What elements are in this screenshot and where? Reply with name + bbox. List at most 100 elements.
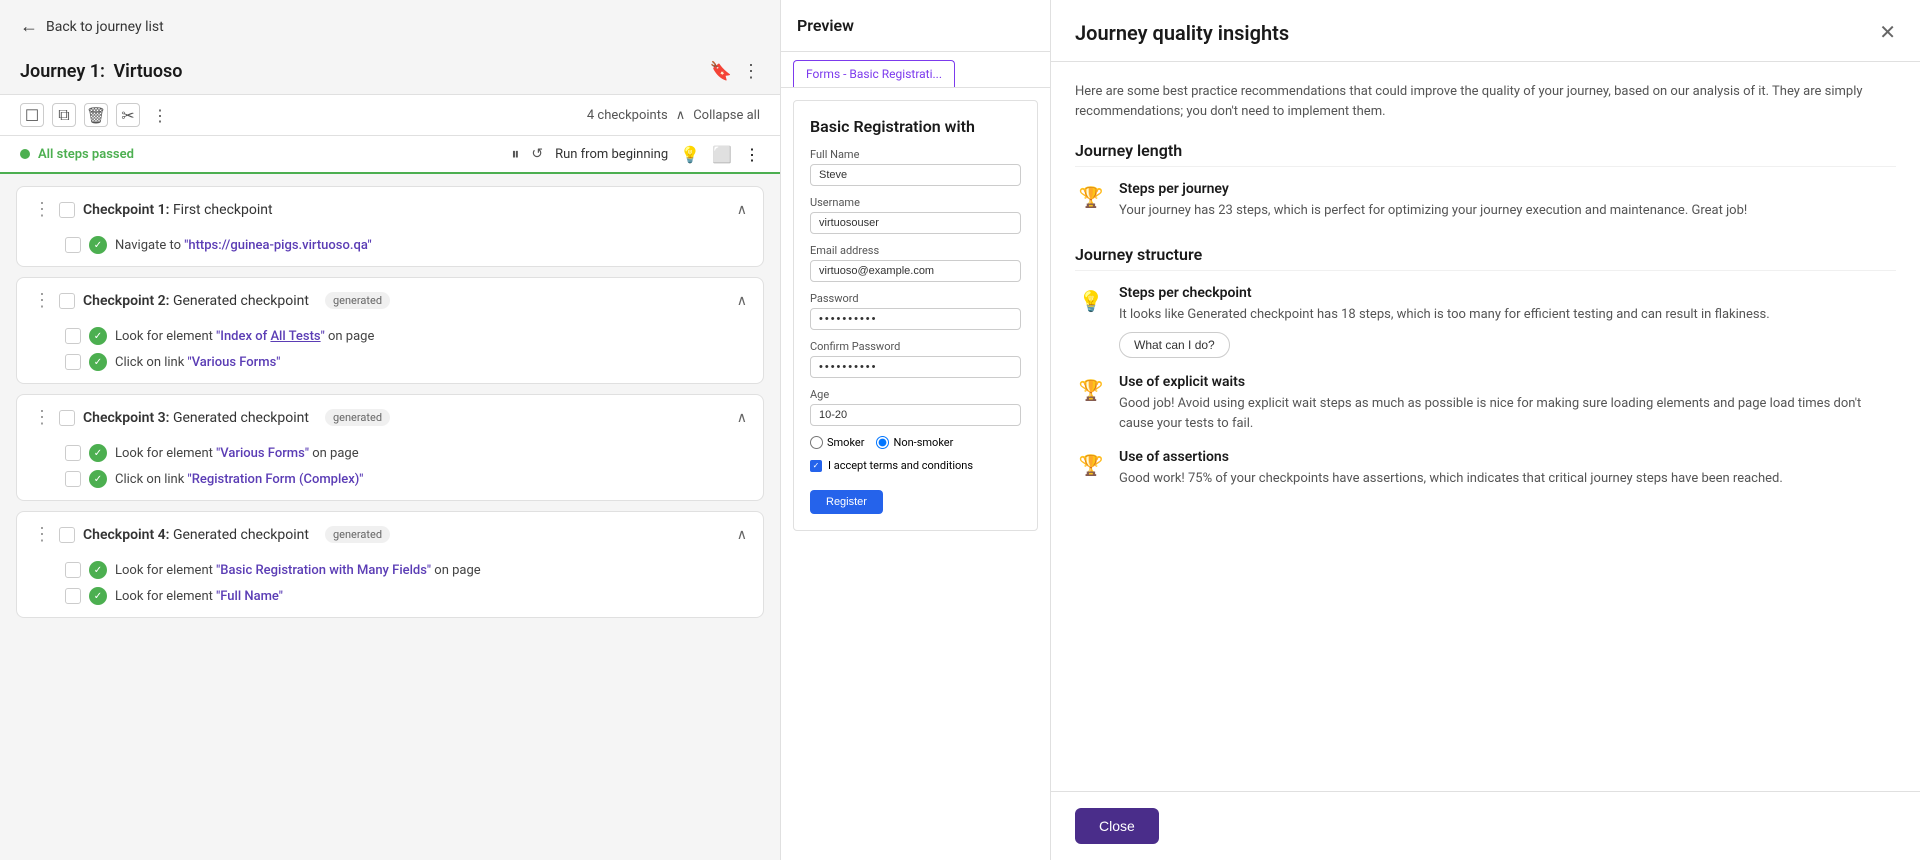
journey-header-actions: 🔖 ⋮ — [710, 61, 760, 82]
toolbar-right: 4 checkpoints ∧ Collapse all — [587, 108, 760, 123]
checkpoint-title-4: Checkpoint 4: Generated checkpoint — [83, 527, 309, 543]
step-text: Click on link "Registration Form (Comple… — [115, 472, 363, 487]
delete-icon[interactable]: 🗑 — [84, 103, 108, 127]
insight-content-steps-per-checkpoint: Steps per checkpoint It looks like Gener… — [1119, 285, 1896, 359]
form-input-confirm-password[interactable] — [810, 356, 1021, 378]
form-group-smoker: Smoker Non-smoker — [810, 436, 1021, 449]
step-success-icon — [89, 587, 107, 605]
checkpoints-area: ⋮ Checkpoint 1: First checkpoint ∧ Navig… — [0, 174, 780, 860]
checkpoint-checkbox-2[interactable] — [59, 293, 75, 309]
trophy-icon-2: 🏆 — [1075, 374, 1107, 406]
lightbulb-icon[interactable]: 💡 — [680, 145, 700, 164]
step-checkbox[interactable] — [65, 354, 81, 370]
checkpoint-steps-3: Look for element "Various Forms" on page… — [17, 440, 763, 500]
run-from-beginning-label[interactable]: Run from beginning — [555, 147, 668, 162]
bookmark-icon[interactable]: 🔖 — [710, 61, 732, 82]
preview-title: Preview — [781, 0, 1050, 52]
checkpoint-checkbox-1[interactable] — [59, 202, 75, 218]
status-text: All steps passed — [38, 147, 134, 162]
step-checkbox[interactable] — [65, 562, 81, 578]
step-row: Look for element "Various Forms" on page — [65, 444, 747, 462]
select-all-checkbox[interactable]: ☐ — [20, 103, 44, 127]
status-more-icon[interactable]: ⋮ — [744, 145, 760, 164]
status-right: ⏸ ↺ Run from beginning 💡 ⬜ ⋮ — [511, 144, 760, 164]
section-title-journey-structure: Journey structure — [1075, 245, 1896, 271]
insight-desc-explicit-waits: Good job! Avoid using explicit wait step… — [1119, 394, 1896, 433]
preview-content: Basic Registration with Full Name Userna… — [781, 88, 1050, 860]
checkpoint-dots-4[interactable]: ⋮ — [33, 524, 51, 545]
trophy-icon: 🏆 — [1075, 181, 1107, 213]
close-main-button[interactable]: Close — [1075, 808, 1159, 844]
insights-body: Here are some best practice recommendati… — [1051, 62, 1920, 791]
form-input-username[interactable] — [810, 212, 1021, 234]
trophy-icon-3: 🏆 — [1075, 449, 1107, 481]
checkpoint-card-3: ⋮ Checkpoint 3: Generated checkpoint gen… — [16, 394, 764, 501]
terms-checkbox[interactable] — [810, 460, 822, 472]
checkpoint-title-1: Checkpoint 1: First checkpoint — [83, 202, 273, 218]
checkpoint-header-1[interactable]: ⋮ Checkpoint 1: First checkpoint ∧ — [17, 187, 763, 232]
insight-section-journey-structure: Journey structure 💡 Steps per checkpoint… — [1075, 245, 1896, 489]
form-group-fullname: Full Name — [810, 148, 1021, 186]
form-group-email: Email address — [810, 244, 1021, 282]
step-success-icon — [89, 327, 107, 345]
form-input-fullname[interactable] — [810, 164, 1021, 186]
checkpoint-header-3[interactable]: ⋮ Checkpoint 3: Generated checkpoint gen… — [17, 395, 763, 440]
radio-input-smoker[interactable] — [810, 436, 823, 449]
more-options-icon[interactable]: ⋮ — [742, 61, 760, 82]
back-nav[interactable]: ← Back to journey list — [0, 0, 780, 53]
collapse-all-label[interactable]: Collapse all — [693, 108, 760, 123]
journey-header: Journey 1: Virtuoso 🔖 ⋮ — [0, 53, 780, 94]
insight-item-explicit-waits: 🏆 Use of explicit waits Good job! Avoid … — [1075, 374, 1896, 433]
chevron-up-2[interactable]: ∧ — [737, 293, 747, 309]
form-label-fullname: Full Name — [810, 148, 1021, 161]
form-input-password[interactable] — [810, 308, 1021, 330]
form-group-password: Password — [810, 292, 1021, 330]
step-text: Look for element "Various Forms" on page — [115, 446, 359, 461]
step-checkbox[interactable] — [65, 445, 81, 461]
form-label-password: Password — [810, 292, 1021, 305]
register-button[interactable]: Register — [810, 490, 883, 514]
chevron-up-1[interactable]: ∧ — [737, 202, 747, 218]
preview-tab[interactable]: Forms - Basic Registrati... — [793, 60, 955, 87]
step-checkbox[interactable] — [65, 328, 81, 344]
form-group-terms: I accept terms and conditions — [810, 459, 1021, 472]
layout-icon[interactable]: ⬜ — [712, 145, 732, 164]
insight-content-explicit-waits: Use of explicit waits Good job! Avoid us… — [1119, 374, 1896, 433]
cut-icon[interactable]: ✂ — [116, 103, 140, 127]
checkpoint-header-4[interactable]: ⋮ Checkpoint 4: Generated checkpoint gen… — [17, 512, 763, 557]
chevron-up-4[interactable]: ∧ — [737, 527, 747, 543]
step-checkbox[interactable] — [65, 471, 81, 487]
toolbar-left: ☐ ⧉ 🗑 ✂ ⋮ — [20, 103, 172, 127]
what-can-i-do-button[interactable]: What can I do? — [1119, 332, 1230, 358]
form-label-email: Email address — [810, 244, 1021, 257]
step-text: Look for element "Basic Registration wit… — [115, 563, 481, 578]
checkpoint-dots-1[interactable]: ⋮ — [33, 199, 51, 220]
checkpoint-checkbox-3[interactable] — [59, 410, 75, 426]
step-text: Navigate to "https://guinea-pigs.virtuos… — [115, 238, 372, 253]
step-row: Look for element "Basic Registration wit… — [65, 561, 747, 579]
terms-label: I accept terms and conditions — [828, 459, 973, 472]
chevron-up-3[interactable]: ∧ — [737, 410, 747, 426]
checkpoint-dots-2[interactable]: ⋮ — [33, 290, 51, 311]
checkpoint-dots-3[interactable]: ⋮ — [33, 407, 51, 428]
pause-icon[interactable]: ⏸ — [511, 144, 519, 164]
more-toolbar-icon[interactable]: ⋮ — [148, 103, 172, 127]
toolbar: ☐ ⧉ 🗑 ✂ ⋮ 4 checkpoints ∧ Collapse all — [0, 94, 780, 136]
step-checkbox[interactable] — [65, 237, 81, 253]
form-input-email[interactable] — [810, 260, 1021, 282]
copy-icon[interactable]: ⧉ — [52, 103, 76, 127]
checkpoint-card-2: ⋮ Checkpoint 2: Generated checkpoint gen… — [16, 277, 764, 384]
close-insights-button[interactable]: ✕ — [1879, 20, 1896, 45]
insight-title-assertions: Use of assertions — [1119, 449, 1896, 465]
insight-item-steps-per-journey: 🏆 Steps per journey Your journey has 23 … — [1075, 181, 1896, 221]
checkpoint-badge-3: generated — [325, 409, 390, 426]
form-title: Basic Registration with — [810, 117, 1021, 136]
step-row: Click on link "Registration Form (Comple… — [65, 470, 747, 488]
step-success-icon — [89, 470, 107, 488]
radio-input-nonsmoker[interactable] — [876, 436, 889, 449]
checkpoint-checkbox-4[interactable] — [59, 527, 75, 543]
checkpoint-header-2[interactable]: ⋮ Checkpoint 2: Generated checkpoint gen… — [17, 278, 763, 323]
refresh-icon[interactable]: ↺ — [531, 146, 543, 162]
form-input-age[interactable] — [810, 404, 1021, 426]
step-checkbox[interactable] — [65, 588, 81, 604]
